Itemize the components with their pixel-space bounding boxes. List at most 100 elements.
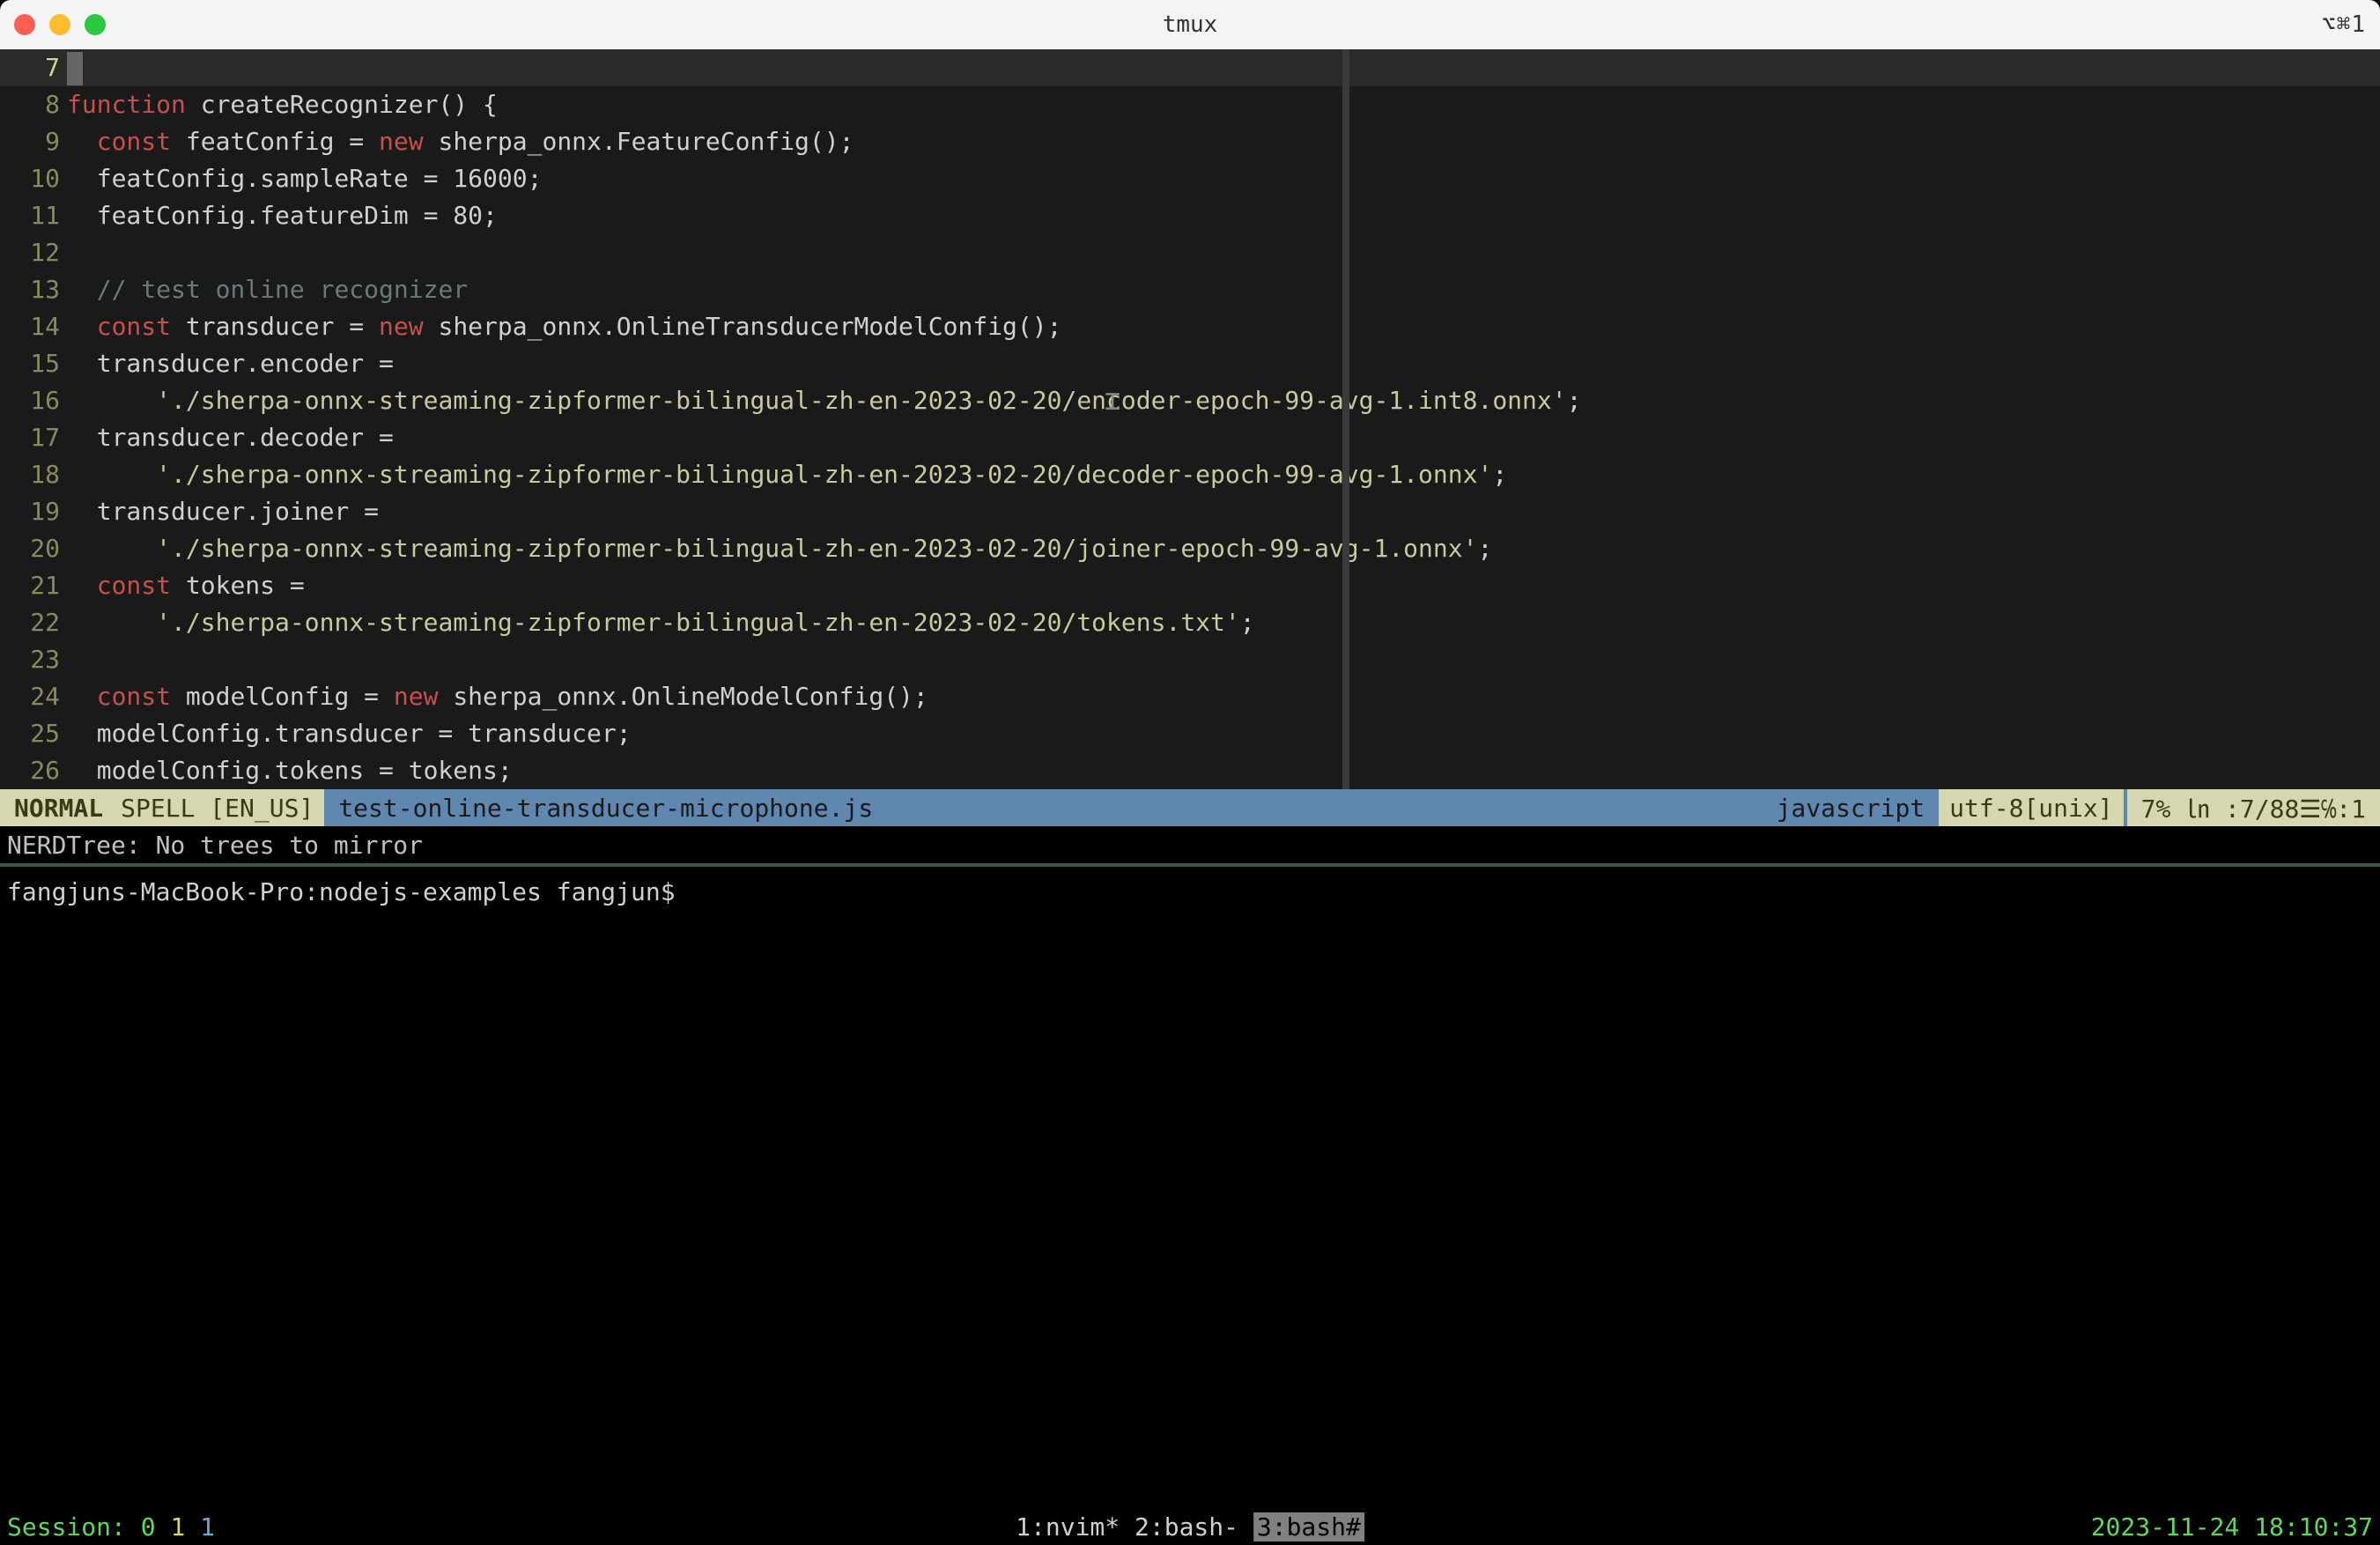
code-content[interactable]: './sherpa-onnx-streaming-zipformer-bilin… [67, 456, 2380, 493]
code-token [67, 534, 156, 563]
line-number: 22 [0, 604, 67, 641]
line-number: 15 [0, 345, 67, 382]
code-line[interactable]: 9 const featConfig = new sherpa_onnx.Fea… [0, 123, 2380, 160]
vim-filetype: javascript [1763, 794, 1940, 823]
code-line[interactable]: 14 const transducer = new sherpa_onnx.On… [0, 308, 2380, 345]
code-content[interactable]: const featConfig = new sherpa_onnx.Featu… [67, 123, 2380, 160]
code-line[interactable]: 24 const modelConfig = new sherpa_onnx.O… [0, 678, 2380, 715]
code-line[interactable]: 8function createRecognizer() { [0, 86, 2380, 123]
code-content[interactable]: './sherpa-onnx-streaming-zipformer-bilin… [67, 382, 2380, 419]
code-content[interactable]: modelConfig.transducer = transducer; [67, 715, 2380, 752]
code-line[interactable]: 21 const tokens = [0, 567, 2380, 604]
editor-pane[interactable]: ⌶ 78function createRecognizer() {9 const… [0, 49, 2380, 789]
window-shortcut-indicator: ⌥⌘1 [2322, 11, 2366, 38]
column-guide [1342, 49, 1349, 789]
tmux-window-tab[interactable]: 2:bash- [1135, 1512, 1253, 1541]
tmux-window-tab[interactable]: 3:bash# [1253, 1512, 1364, 1541]
code-token: tokens = [171, 571, 305, 600]
code-token: featConfig.sampleRate = 16000; [67, 164, 542, 193]
code-content[interactable]: function createRecognizer() { [67, 86, 2380, 123]
line-number: 10 [0, 160, 67, 197]
code-token: featConfig = [171, 127, 379, 156]
code-line[interactable]: 25 modelConfig.transducer = transducer; [0, 715, 2380, 752]
tmux-datetime: 2023-11-24 18:10:37 [2091, 1512, 2373, 1541]
line-number: 24 [0, 678, 67, 715]
vim-filename: test-online-transducer-microphone.js [324, 789, 887, 826]
vim-encoding: utf-8[unix] [1939, 789, 2123, 826]
code-token: modelConfig = [171, 682, 394, 711]
code-content[interactable] [67, 641, 2380, 678]
code-token: ; [1492, 460, 1507, 489]
vim-position: 7% ㏑ :7/88☰℅:1 [2124, 789, 2380, 826]
traffic-lights [14, 14, 106, 35]
code-content[interactable]: const modelConfig = new sherpa_onnx.Onli… [67, 678, 2380, 715]
code-content[interactable]: transducer.encoder = [67, 345, 2380, 382]
code-line[interactable]: 15 transducer.encoder = [0, 345, 2380, 382]
code-token [67, 312, 97, 341]
line-number: 8 [0, 86, 67, 123]
window-title: tmux [1163, 11, 1218, 38]
code-content[interactable]: featConfig.featureDim = 80; [67, 197, 2380, 234]
code-token: sherpa_onnx.OnlineModelConfig(); [438, 682, 928, 711]
code-token [67, 127, 97, 156]
code-token [67, 460, 156, 489]
code-token: // test online recognizer [97, 275, 468, 304]
code-token: transducer.encoder = [67, 349, 394, 378]
shell-pane[interactable]: fangjuns-MacBook-Pro:nodejs-examples fan… [0, 867, 2380, 1508]
code-token: transducer.joiner = [67, 497, 379, 526]
code-line[interactable]: 12 [0, 234, 2380, 271]
code-token: './sherpa-onnx-streaming-zipformer-bilin… [156, 386, 1566, 415]
code-token: transducer = [171, 312, 379, 341]
code-line[interactable]: 13 // test online recognizer [0, 271, 2380, 308]
code-line[interactable]: 11 featConfig.featureDim = 80; [0, 197, 2380, 234]
code-content[interactable]: modelConfig.tokens = tokens; [67, 752, 2380, 789]
code-content[interactable]: transducer.joiner = [67, 493, 2380, 530]
code-token: new [379, 127, 424, 156]
code-line[interactable]: 16 './sherpa-onnx-streaming-zipformer-bi… [0, 382, 2380, 419]
code-content[interactable]: // test online recognizer [67, 271, 2380, 308]
code-line[interactable]: 26 modelConfig.tokens = tokens; [0, 752, 2380, 789]
close-window-button[interactable] [14, 14, 35, 35]
line-number: 7 [0, 49, 67, 86]
code-token [67, 682, 97, 711]
code-line[interactable]: 17 transducer.decoder = [0, 419, 2380, 456]
code-token [67, 608, 156, 637]
code-content[interactable]: featConfig.sampleRate = 16000; [67, 160, 2380, 197]
code-content[interactable]: './sherpa-onnx-streaming-zipformer-bilin… [67, 530, 2380, 567]
code-line[interactable]: 10 featConfig.sampleRate = 16000; [0, 160, 2380, 197]
terminal[interactable]: ⌶ 78function createRecognizer() {9 const… [0, 49, 2380, 1545]
code-token: transducer.decoder = [67, 423, 394, 452]
code-token: new [379, 312, 424, 341]
code-token: const [97, 571, 171, 600]
text-cursor-icon: ⌶ [1105, 386, 1120, 417]
tmux-session-num-1: 1 [170, 1512, 185, 1541]
code-token: modelConfig.tokens = tokens; [67, 756, 513, 785]
minimize-window-button[interactable] [49, 14, 70, 35]
code-token: const [97, 312, 171, 341]
code-token: './sherpa-onnx-streaming-zipformer-bilin… [156, 534, 1477, 563]
code-content[interactable] [67, 49, 2380, 86]
code-token [67, 275, 97, 304]
maximize-window-button[interactable] [85, 14, 106, 35]
code-content[interactable] [67, 234, 2380, 271]
tmux-session-indicator: Session: 0 1 1 [7, 1512, 215, 1541]
code-line[interactable]: 18 './sherpa-onnx-streaming-zipformer-bi… [0, 456, 2380, 493]
code-content[interactable]: const transducer = new sherpa_onnx.Onlin… [67, 308, 2380, 345]
code-token: createRecognizer() { [186, 90, 498, 119]
line-number: 25 [0, 715, 67, 752]
tmux-window-tab[interactable]: 1:nvim* [1016, 1512, 1135, 1541]
line-number: 9 [0, 123, 67, 160]
line-number: 13 [0, 271, 67, 308]
code-line[interactable]: 7 [0, 49, 2380, 86]
editor-cursor [67, 52, 83, 85]
code-content[interactable]: './sherpa-onnx-streaming-zipformer-bilin… [67, 604, 2380, 641]
code-content[interactable]: transducer.decoder = [67, 419, 2380, 456]
vim-spell-indicator: SPELL [EN_US] [117, 789, 324, 826]
code-line[interactable]: 20 './sherpa-onnx-streaming-zipformer-bi… [0, 530, 2380, 567]
code-token: sherpa_onnx.FeatureConfig(); [424, 127, 854, 156]
code-content[interactable]: const tokens = [67, 567, 2380, 604]
code-line[interactable]: 19 transducer.joiner = [0, 493, 2380, 530]
code-line[interactable]: 22 './sherpa-onnx-streaming-zipformer-bi… [0, 604, 2380, 641]
tmux-statusbar: Session: 0 1 1 1:nvim* 2:bash- 3:bash# 2… [0, 1508, 2380, 1545]
code-line[interactable]: 23 [0, 641, 2380, 678]
